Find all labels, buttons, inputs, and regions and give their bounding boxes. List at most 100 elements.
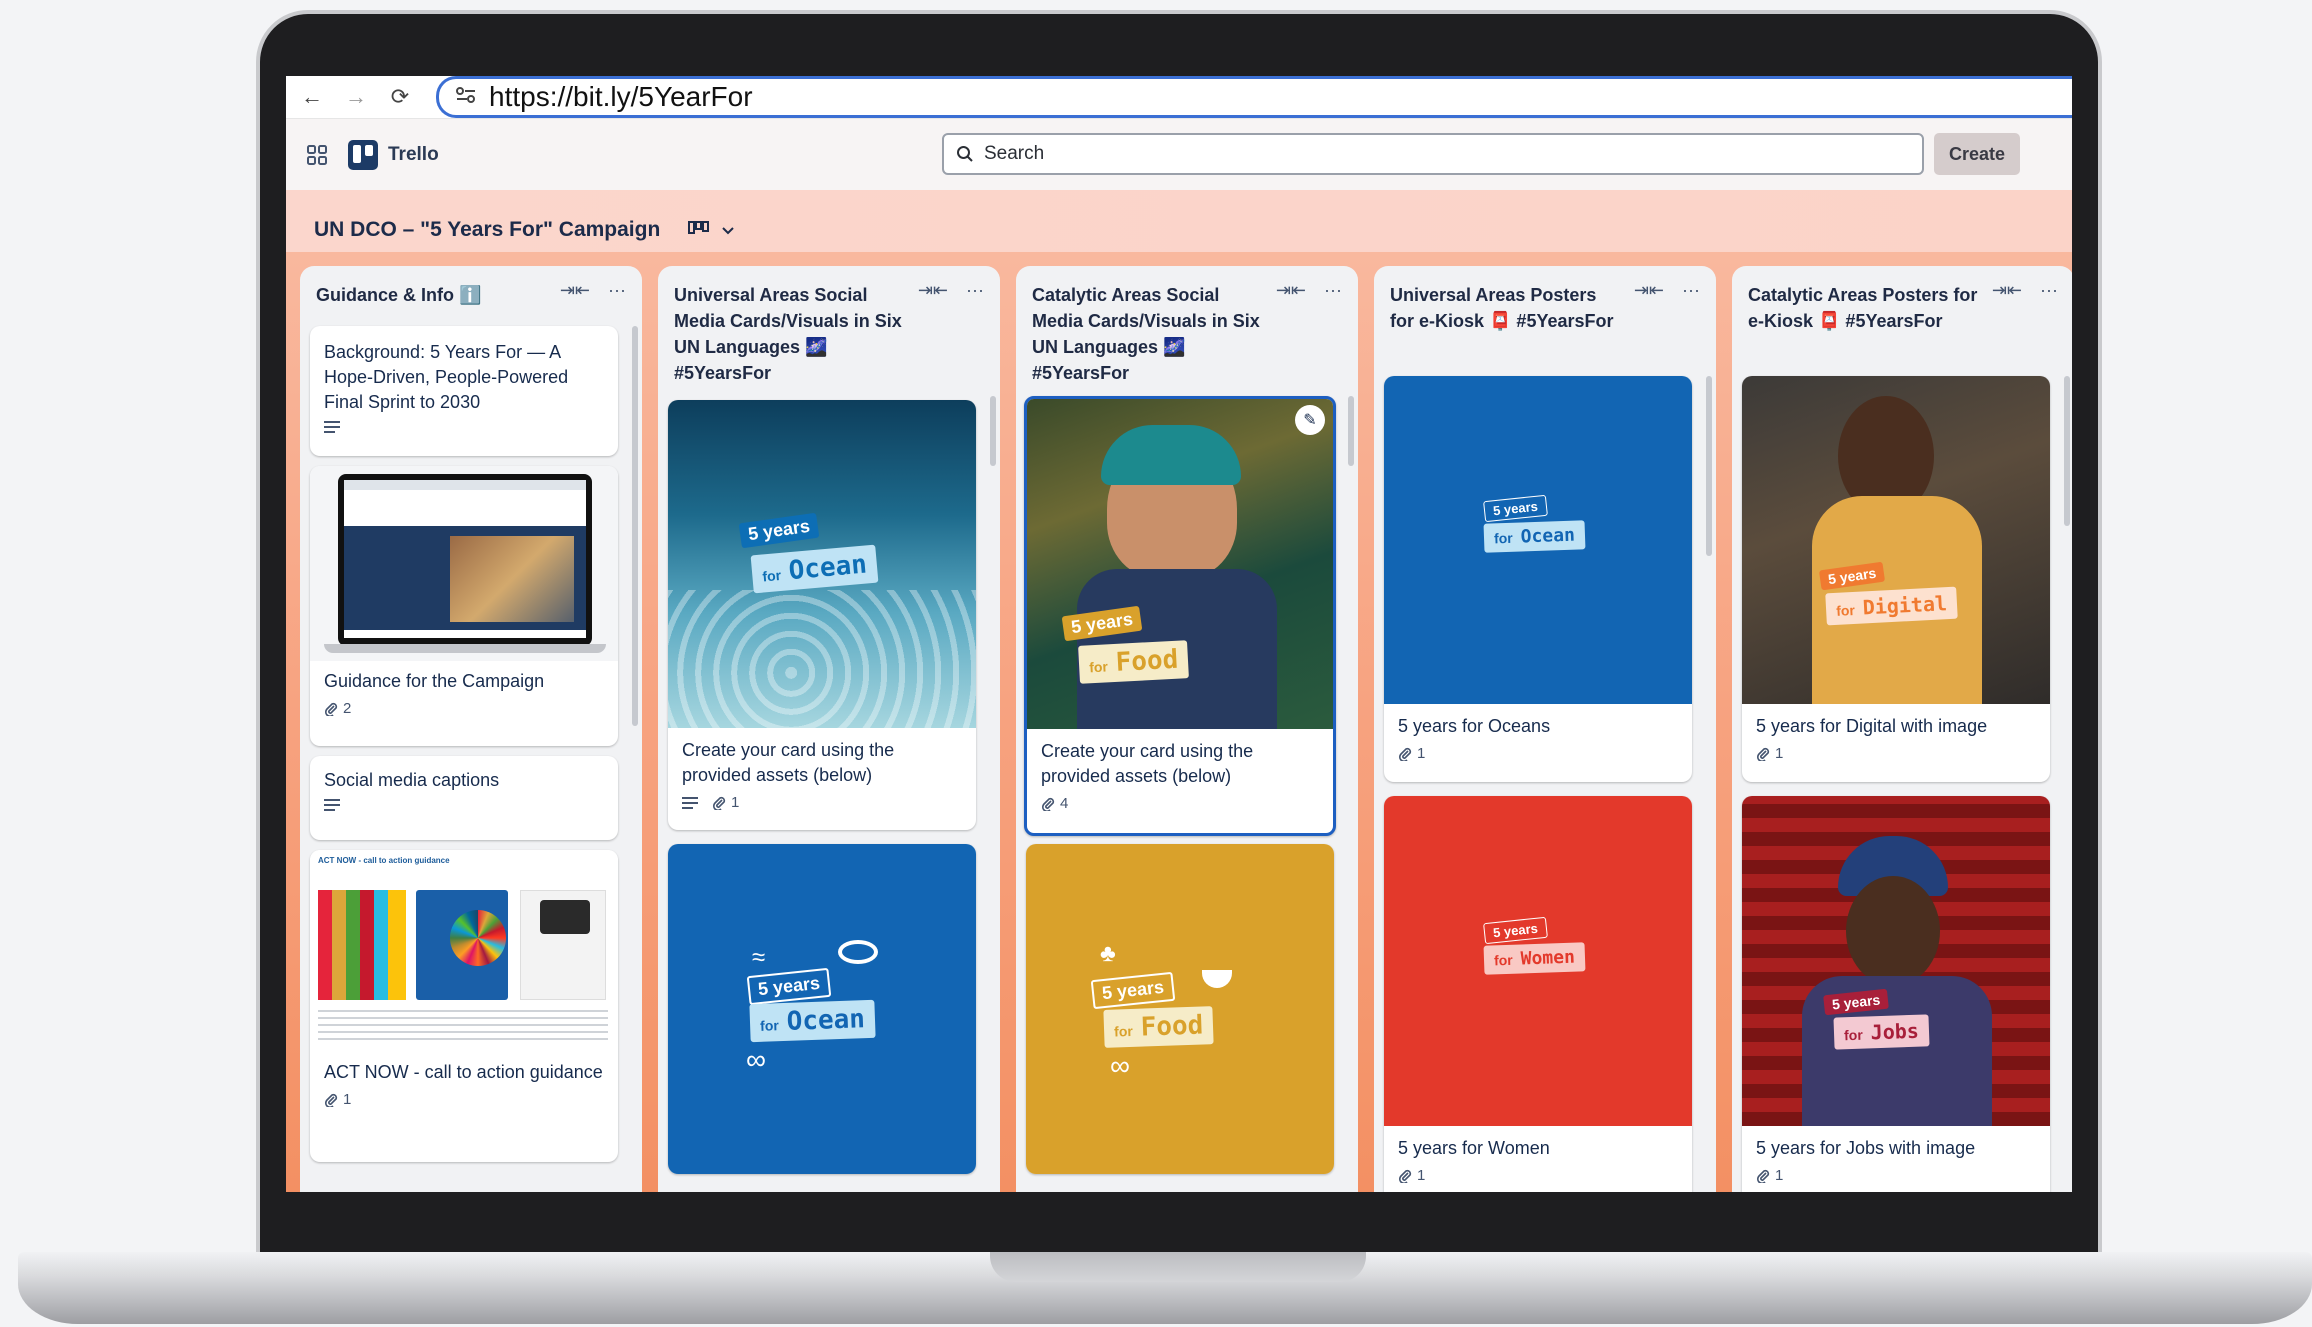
sticker-word-text: Ocean bbox=[786, 1004, 866, 1037]
attachment-count: 2 bbox=[343, 700, 352, 717]
list-title[interactable]: Guidance & Info ℹ️ bbox=[316, 282, 546, 308]
list-title[interactable]: Catalytic Areas Social Media Cards/Visua… bbox=[1032, 282, 1262, 386]
collapse-list-icon[interactable]: ⇥⇤ bbox=[1992, 280, 2022, 301]
list-menu-icon[interactable]: ··· bbox=[1682, 280, 1700, 301]
back-arrow-icon[interactable]: ← bbox=[292, 77, 332, 117]
attachment-badge: 1 bbox=[1756, 745, 1783, 762]
card-title: Create your card using the provided asse… bbox=[682, 740, 895, 785]
fish-icon: ≈ bbox=[752, 944, 766, 971]
attachment-badge: 1 bbox=[1398, 1167, 1425, 1184]
sticker-years: 5 years bbox=[746, 967, 832, 1006]
list-universal-social-cards: Universal Areas Social Media Cards/Visua… bbox=[658, 266, 1000, 1192]
paperclip-icon bbox=[1041, 797, 1055, 811]
list-scrollbar[interactable] bbox=[2064, 376, 2070, 526]
paperclip-icon bbox=[712, 796, 726, 810]
sticker-word-text: Digital bbox=[1862, 591, 1948, 620]
sticker-word-text: Food bbox=[1114, 644, 1180, 678]
collapse-list-icon[interactable]: ⇥⇤ bbox=[1634, 280, 1664, 301]
collapse-list-icon[interactable]: ⇥⇤ bbox=[918, 280, 948, 301]
site-settings-icon[interactable] bbox=[455, 85, 477, 110]
board-title[interactable]: UN DCO – "5 Years For" Campaign bbox=[314, 218, 660, 242]
board-canvas: Guidance & Info ℹ️ ⇥⇤ ··· Background: 5 … bbox=[286, 252, 2072, 1192]
list-scrollbar[interactable] bbox=[1706, 376, 1712, 556]
list-guidance-info: Guidance & Info ℹ️ ⇥⇤ ··· Background: 5 … bbox=[300, 266, 642, 1192]
infinity-icon: ∞ bbox=[746, 1044, 766, 1075]
create-button[interactable]: Create bbox=[1934, 133, 2020, 175]
sticker-years: 5 years bbox=[1483, 916, 1548, 945]
attachment-badge: 4 bbox=[1041, 795, 1068, 812]
paperclip-icon bbox=[1756, 1169, 1770, 1183]
app-switcher-icon[interactable] bbox=[302, 140, 332, 170]
card-cover-food-gold: ♣ 5 years for Food ∞ bbox=[1026, 844, 1334, 1174]
list-title[interactable]: Catalytic Areas Posters for e-Kiosk 📮 #5… bbox=[1748, 282, 1978, 334]
card-create-food[interactable]: 5 years for Food ✎ Create your card using… bbox=[1024, 396, 1336, 836]
forward-arrow-icon[interactable]: → bbox=[336, 77, 376, 117]
browser-toolbar: ← → ⟳ https://bit.ly/5YearFor bbox=[286, 76, 2072, 118]
sticker-for: for bbox=[1493, 529, 1513, 547]
collapse-list-icon[interactable]: ⇥⇤ bbox=[560, 280, 590, 301]
list-catalytic-social-cards: Catalytic Areas Social Media Cards/Visua… bbox=[1016, 266, 1358, 1192]
address-bar[interactable]: https://bit.ly/5YearFor bbox=[436, 76, 2072, 118]
card-title: Background: 5 Years For — A Hope-Driven,… bbox=[324, 342, 569, 412]
list-menu-icon[interactable]: ··· bbox=[2040, 280, 2058, 301]
list-title[interactable]: Universal Areas Social Media Cards/Visua… bbox=[674, 282, 904, 386]
card-background[interactable]: Background: 5 Years For — A Hope-Driven,… bbox=[310, 326, 618, 456]
card-cover-women-poster: 5 years for Women bbox=[1384, 796, 1692, 1126]
sticker-word: for Ocean bbox=[749, 999, 876, 1043]
list-scrollbar[interactable] bbox=[990, 396, 996, 466]
list-scrollbar[interactable] bbox=[632, 326, 638, 726]
card-ocean-blue[interactable]: ≈ 5 years for Ocean ∞ bbox=[668, 844, 976, 1174]
paperclip-icon bbox=[1398, 1169, 1412, 1183]
card-create-ocean[interactable]: 5 years for Ocean Create your card using … bbox=[668, 400, 976, 830]
cover-heading: ACT NOW - call to action guidance bbox=[318, 856, 450, 865]
list-menu-icon[interactable]: ··· bbox=[966, 280, 984, 301]
card-social-captions[interactable]: Social media captions bbox=[310, 756, 618, 840]
board-view-icon bbox=[688, 220, 710, 234]
bowl-icon bbox=[1202, 970, 1232, 988]
sticker-word: for Food bbox=[1103, 1006, 1214, 1048]
card-cover-guidance-collage: ACT NOW - call to action guidance bbox=[310, 850, 618, 1050]
card-jobs-poster[interactable]: 5 years for Jobs 5 years for Jobs with im… bbox=[1742, 796, 2050, 1192]
sticker-for: for bbox=[1113, 1022, 1134, 1040]
card-guidance-campaign[interactable]: Guidance for the Campaign 2 bbox=[310, 466, 618, 746]
attachment-badge: 1 bbox=[1398, 745, 1425, 762]
card-title: 5 years for Jobs with image bbox=[1756, 1138, 1976, 1158]
list-menu-icon[interactable]: ··· bbox=[608, 280, 626, 301]
card-act-now[interactable]: ACT NOW - call to action guidance ACT NO… bbox=[310, 850, 618, 1162]
list-universal-posters: Universal Areas Posters for e-Kiosk 📮 #5… bbox=[1374, 266, 1716, 1192]
search-input[interactable]: Search bbox=[942, 133, 1924, 175]
card-title: ACT NOW - call to action guidance bbox=[324, 1062, 603, 1082]
card-title: Social media captions bbox=[324, 770, 500, 790]
laptop-notch bbox=[990, 1252, 1366, 1282]
list-title[interactable]: Universal Areas Posters for e-Kiosk 📮 #5… bbox=[1390, 282, 1620, 334]
trello-logo-icon[interactable] bbox=[348, 139, 378, 170]
card-title: Create your card using the provided asse… bbox=[1041, 741, 1254, 786]
reload-icon[interactable]: ⟳ bbox=[380, 77, 420, 117]
attachment-badge: 1 bbox=[1756, 1167, 1783, 1184]
attachment-count: 1 bbox=[1417, 745, 1426, 762]
edit-card-icon[interactable]: ✎ bbox=[1295, 405, 1325, 435]
sticker-years: 5 years bbox=[1483, 494, 1548, 523]
sticker-years: 5 years bbox=[1090, 971, 1176, 1010]
attachment-count: 1 bbox=[1417, 1167, 1426, 1184]
attachment-badge: 1 bbox=[712, 794, 739, 811]
board-view-switcher[interactable] bbox=[688, 220, 735, 241]
card-digital-poster[interactable]: 5 years for Digital 5 years for Digital w… bbox=[1742, 376, 2050, 782]
sticker-word-text: Women bbox=[1520, 946, 1576, 970]
description-icon bbox=[324, 421, 340, 433]
card-women-poster[interactable]: 5 years for Women 5 years for Women 1 bbox=[1384, 796, 1692, 1192]
description-icon bbox=[324, 799, 340, 811]
list-scrollbar[interactable] bbox=[1348, 396, 1354, 466]
sticker-for: for bbox=[1843, 1026, 1864, 1044]
card-title: 5 years for Digital with image bbox=[1756, 716, 1988, 736]
attachment-count: 1 bbox=[1775, 745, 1784, 762]
card-oceans-poster[interactable]: 5 years for Ocean 5 years for Oceans 1 bbox=[1384, 376, 1692, 782]
sticker-for: for bbox=[1835, 601, 1856, 619]
collapse-list-icon[interactable]: ⇥⇤ bbox=[1276, 280, 1306, 301]
card-food-gold[interactable]: ♣ 5 years for Food ∞ bbox=[1026, 844, 1334, 1174]
sticker-for: for bbox=[759, 1017, 780, 1034]
card-cover-digital-photo: 5 years for Digital bbox=[1742, 376, 2050, 704]
list-menu-icon[interactable]: ··· bbox=[1324, 280, 1342, 301]
card-cover-jobs-photo: 5 years for Jobs bbox=[1742, 796, 2050, 1126]
trello-wordmark[interactable]: Trello bbox=[388, 144, 439, 166]
